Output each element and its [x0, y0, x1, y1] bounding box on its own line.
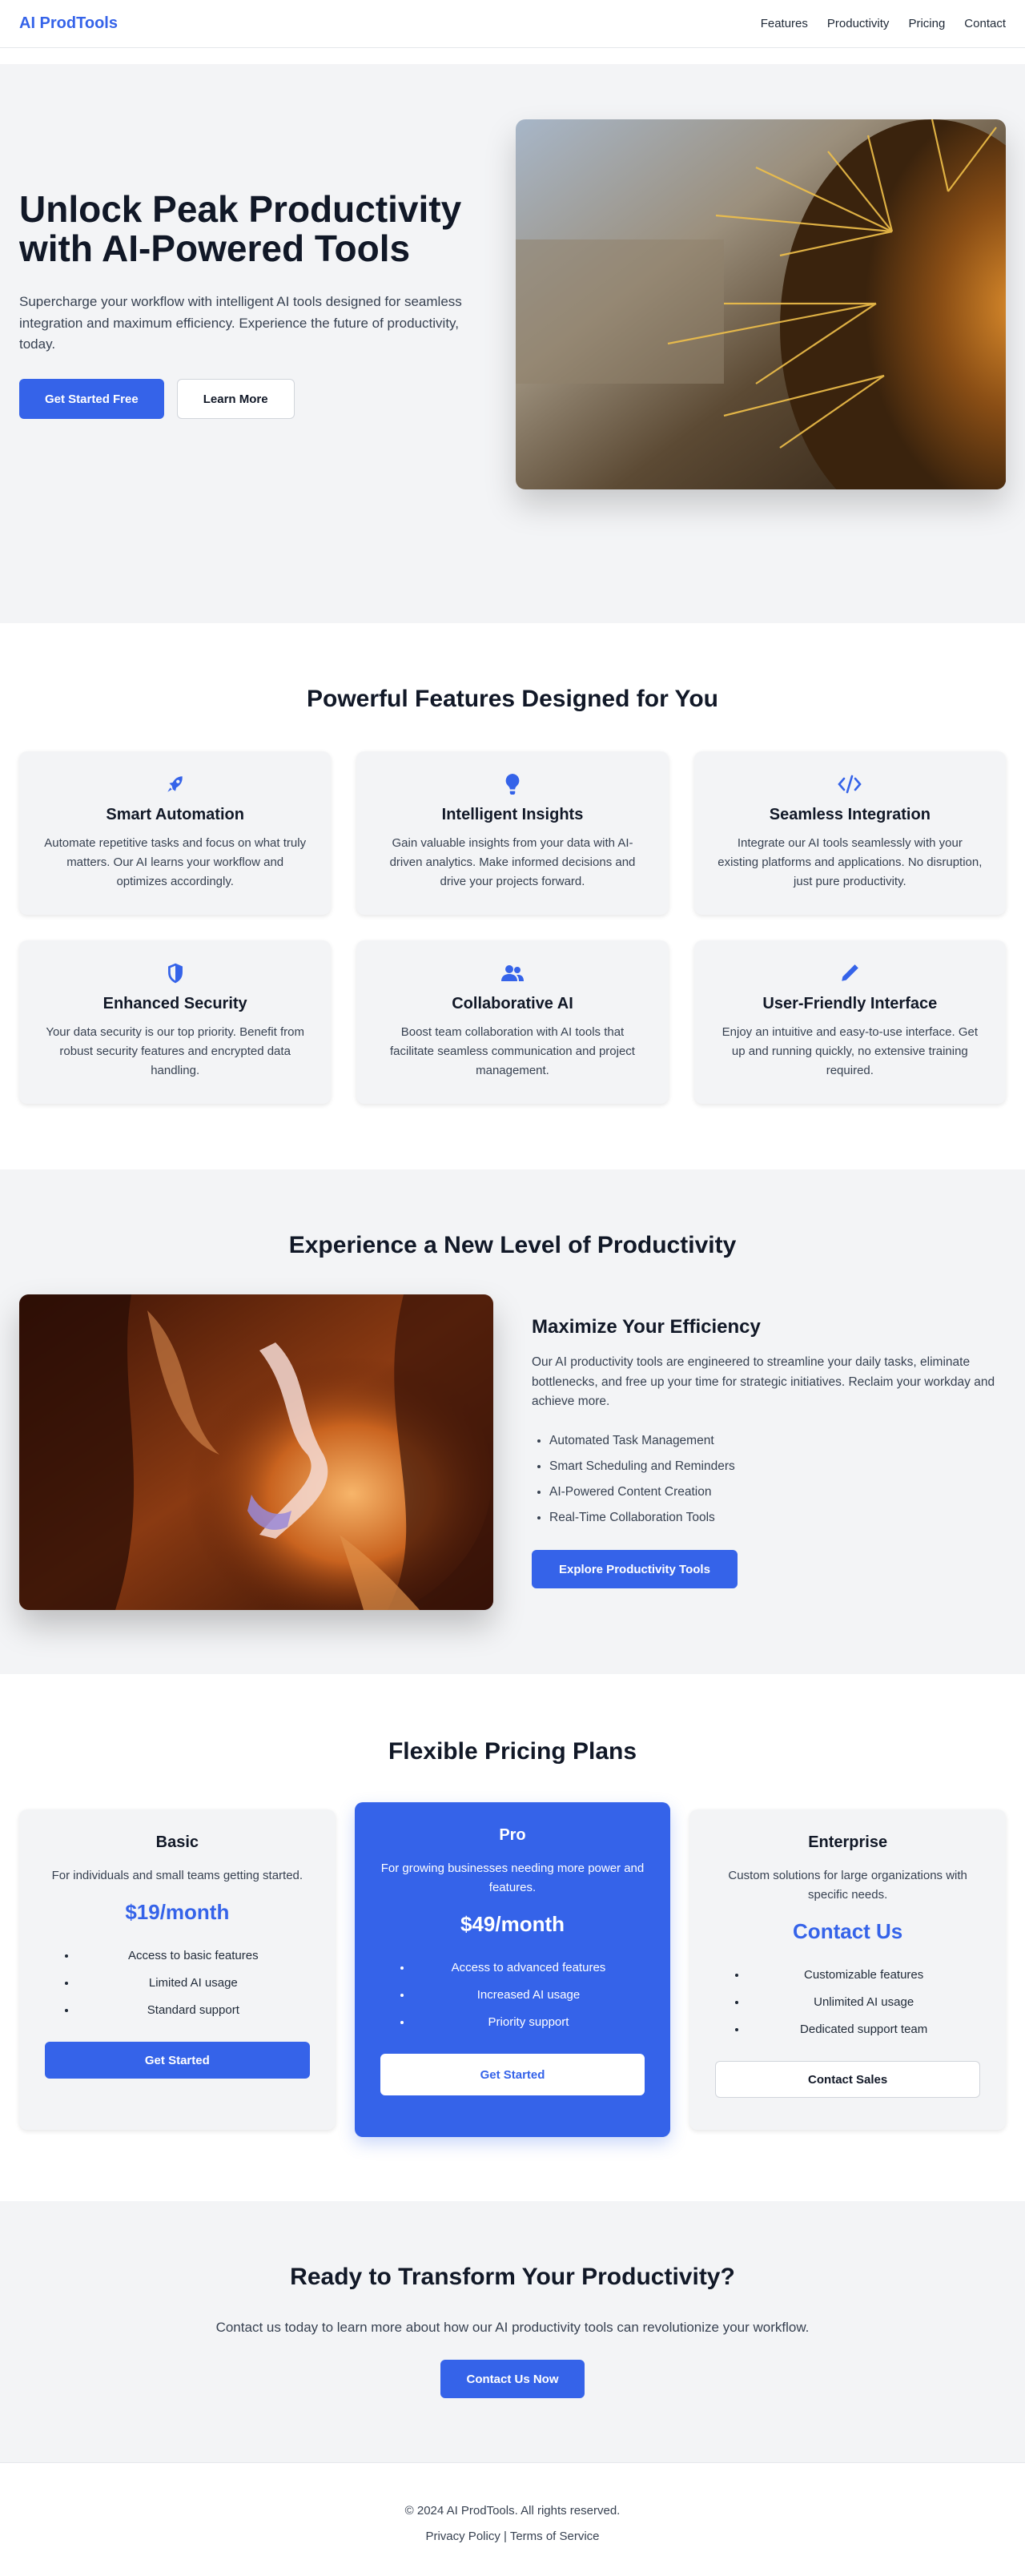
contact-sales-button[interactable]: Contact Sales [715, 2061, 980, 2098]
list-item: Real-Time Collaboration Tools [549, 1505, 1006, 1531]
feature-title: User-Friendly Interface [762, 995, 938, 1012]
nav-link-contact[interactable]: Contact [964, 17, 1006, 30]
top-nav: AI ProdTools Features Productivity Prici… [0, 0, 1025, 48]
feature-title: Seamless Integration [769, 806, 931, 823]
feature-card: Enhanced Security Your data security is … [19, 940, 332, 1104]
hero-image [516, 119, 1006, 489]
feature-text: Your data security is our top priority. … [46, 1025, 304, 1077]
hero-buttons: Get Started Free Learn More [19, 379, 464, 420]
pen-icon [717, 961, 983, 985]
feature-card: Seamless Integration Integrate our AI to… [693, 751, 1006, 915]
feature-title: Intelligent Insights [441, 806, 584, 823]
plan-price: $19/month [125, 1900, 230, 1924]
cta-text: Contact us today to learn more about how… [215, 2320, 810, 2335]
cta-section: Ready to Transform Your Productivity? Co… [0, 2201, 1025, 2462]
feature-card: User-Friendly Interface Enjoy an intuiti… [693, 940, 1006, 1104]
productivity-text: Maximize Your Efficiency Our AI producti… [532, 1315, 1006, 1589]
list-item: Unlimited AI usage [747, 1989, 980, 2016]
plan-description: For individuals and small teams getting … [51, 1869, 303, 1882]
nav-link-features[interactable]: Features [761, 17, 808, 30]
plan-description: For growing businesses needing more powe… [380, 1862, 645, 1894]
section-spacer [0, 545, 1025, 623]
productivity-image [19, 1294, 493, 1610]
plan-name: Basic [155, 1833, 199, 1851]
footer-separator: | [504, 2530, 507, 2543]
pricing-grid: Basic For individuals and small teams ge… [19, 1802, 1006, 2137]
hero-subtitle: Supercharge your workflow with intellige… [19, 294, 462, 352]
pricing-section: Flexible Pricing Plans Basic For individ… [0, 1674, 1025, 2201]
cta-title: Ready to Transform Your Productivity? [290, 2264, 735, 2290]
feature-title: Collaborative AI [452, 995, 573, 1012]
feature-card: Collaborative AI Boost team collaboratio… [356, 940, 669, 1104]
hero-text: Unlock Peak Productivity with AI-Powered… [19, 187, 464, 420]
rocket-icon [42, 772, 308, 796]
feature-text: Integrate our AI tools seamlessly with y… [718, 836, 983, 888]
plan-description: Custom solutions for large organizations… [728, 1869, 967, 1902]
feature-text: Automate repetitive tasks and focus on w… [44, 836, 307, 888]
feature-text: Gain valuable insights from your data wi… [389, 836, 636, 888]
feature-card: Smart Automation Automate repetitive tas… [19, 751, 332, 915]
productivity-row: Maximize Your Efficiency Our AI producti… [19, 1294, 1006, 1610]
list-item: Customizable features [747, 1962, 980, 1989]
basic-get-started-button[interactable]: Get Started [45, 2042, 310, 2079]
feature-title: Enhanced Security [102, 995, 247, 1012]
footer: © 2024 AI ProdTools. All rights reserved… [0, 2462, 1025, 2561]
plan-name: Enterprise [808, 1833, 888, 1851]
shield-icon [42, 961, 308, 985]
nav-link-productivity[interactable]: Productivity [827, 17, 890, 30]
plan-price: $49/month [460, 1912, 565, 1936]
hero-title: Unlock Peak Productivity with AI-Powered… [19, 187, 462, 270]
pricing-title: Flexible Pricing Plans [388, 1738, 637, 1765]
nav-link-pricing[interactable]: Pricing [908, 17, 945, 30]
feature-text: Boost team collaboration with AI tools t… [390, 1025, 635, 1077]
feature-title: Smart Automation [106, 806, 244, 823]
get-started-free-button[interactable]: Get Started Free [19, 379, 164, 420]
pro-get-started-button[interactable]: Get Started [380, 2054, 645, 2095]
list-item: Standard support [77, 1997, 310, 2024]
lightbulb-icon [379, 772, 645, 796]
canyon-photo-icon [19, 1294, 493, 1610]
footer-copyright: © 2024 AI ProdTools. All rights reserved… [404, 2504, 621, 2518]
list-item: AI-Powered Content Creation [549, 1479, 1006, 1505]
users-icon [379, 961, 645, 985]
features-title: Powerful Features Designed for You [307, 686, 718, 712]
productivity-title: Experience a New Level of Productivity [288, 1232, 737, 1258]
pricing-card-basic: Basic For individuals and small teams ge… [19, 1809, 336, 2130]
pricing-card-pro: Pro For growing businesses needing more … [354, 1802, 671, 2137]
productivity-description: Our AI productivity tools are engineered… [532, 1354, 995, 1409]
nav-links: Features Productivity Pricing Contact [761, 17, 1006, 30]
list-item: Increased AI usage [412, 1982, 645, 2009]
productivity-section: Experience a New Level of Productivity M… [0, 1169, 1025, 1674]
brand-logo[interactable]: AI ProdTools [19, 14, 118, 33]
plan-features: Access to basic features Limited AI usag… [45, 1942, 310, 2024]
list-item: Dedicated support team [747, 2016, 980, 2043]
feature-card: Intelligent Insights Gain valuable insig… [356, 751, 669, 915]
plan-price: Contact Us [793, 1919, 903, 1943]
features-section: Powerful Features Designed for You Smart… [0, 623, 1025, 1169]
terms-of-service-link[interactable]: Terms of Service [510, 2530, 600, 2543]
list-item: Access to advanced features [412, 1954, 645, 1982]
feature-text: Enjoy an intuitive and easy-to-use inter… [722, 1025, 978, 1077]
productivity-list: Automated Task Management Smart Scheduli… [532, 1428, 1006, 1531]
explore-tools-button[interactable]: Explore Productivity Tools [532, 1550, 738, 1589]
hero-section: Unlock Peak Productivity with AI-Powered… [0, 64, 1025, 545]
productivity-heading: Maximize Your Efficiency [532, 1315, 761, 1338]
plan-features: Customizable features Unlimited AI usage… [715, 1962, 980, 2043]
list-item: Limited AI usage [77, 1970, 310, 1997]
plan-name: Pro [499, 1826, 526, 1844]
footer-links: Privacy Policy | Terms of Service [0, 2524, 1025, 2550]
contact-us-button[interactable]: Contact Us Now [440, 2360, 585, 2398]
list-item: Automated Task Management [549, 1428, 1006, 1454]
pricing-card-enterprise: Enterprise Custom solutions for large or… [689, 1809, 1006, 2130]
list-item: Priority support [412, 2009, 645, 2036]
list-item: Smart Scheduling and Reminders [549, 1454, 1006, 1479]
learn-more-button[interactable]: Learn More [176, 379, 295, 420]
list-item: Access to basic features [77, 1942, 310, 1970]
plan-features: Access to advanced features Increased AI… [380, 1954, 645, 2036]
privacy-policy-link[interactable]: Privacy Policy [425, 2530, 500, 2543]
feature-grid: Smart Automation Automate repetitive tas… [19, 751, 1006, 1104]
cactus-photo-icon [516, 119, 1006, 489]
code-icon [717, 772, 983, 796]
